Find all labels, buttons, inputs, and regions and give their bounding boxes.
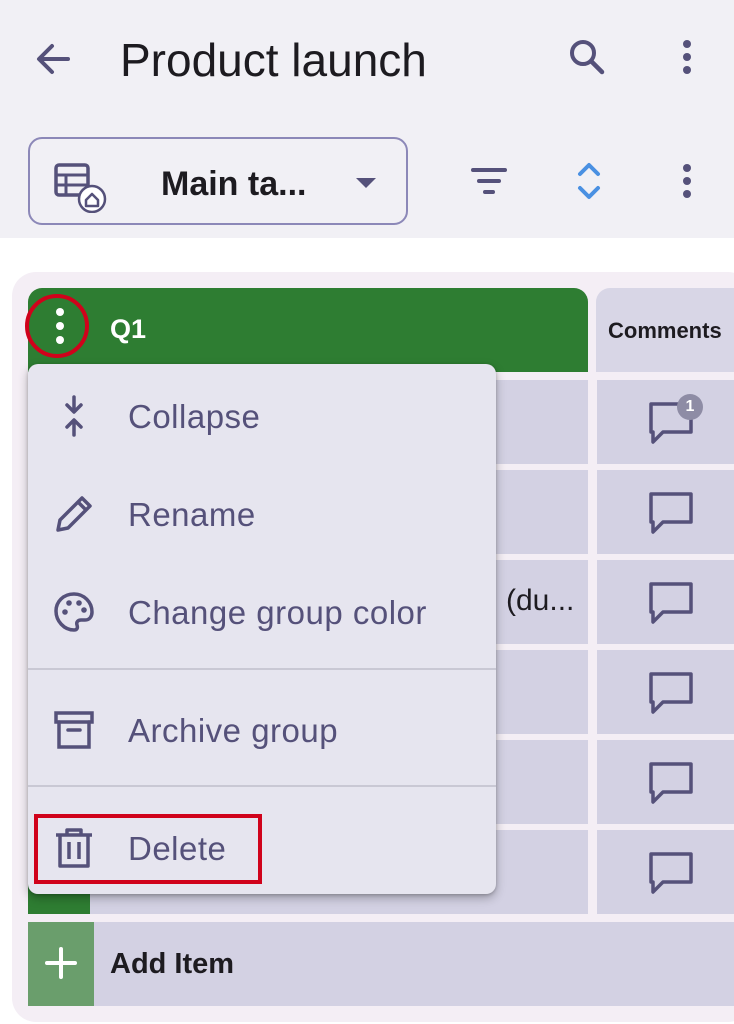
search-button[interactable]	[564, 34, 610, 80]
comment-cell[interactable]	[597, 470, 734, 554]
comment-cell[interactable]	[597, 650, 734, 734]
highlight-circle-annotation	[25, 294, 89, 358]
more-vertical-icon	[683, 164, 691, 198]
menu-item-label: Change group color	[128, 594, 427, 631]
menu-item-rename[interactable]: Rename	[28, 466, 496, 560]
highlight-rect-annotation	[34, 814, 262, 884]
comment-icon	[649, 492, 693, 534]
arrow-left-icon	[37, 44, 70, 74]
menu-item-label: Collapse	[128, 398, 261, 435]
menu-divider	[28, 785, 496, 787]
menu-item-archive-group[interactable]: Archive group	[28, 682, 496, 776]
comment-cell[interactable]: 1	[597, 380, 734, 464]
group-name: Q1	[110, 314, 147, 344]
sort-button[interactable]	[566, 158, 612, 204]
more-vertical-icon	[683, 40, 691, 74]
filter-button[interactable]	[466, 158, 512, 204]
view-name: Main ta...	[161, 165, 307, 203]
filter-icon	[471, 168, 507, 194]
menu-item-label: Archive group	[128, 712, 339, 749]
add-item-button[interactable]	[28, 922, 94, 1006]
search-icon	[570, 40, 605, 75]
comments-column-header[interactable]: Comments	[596, 288, 734, 372]
menu-item-change-group-color[interactable]: Change group color	[28, 564, 496, 658]
sort-icon	[578, 163, 600, 199]
table-home-icon	[54, 163, 107, 213]
collapse-icon	[65, 395, 83, 437]
view-selector-dropdown[interactable]: Main ta...	[28, 137, 408, 225]
comment-count-badge: 1	[677, 394, 703, 420]
comment-icon	[649, 852, 693, 894]
back-button[interactable]	[30, 36, 76, 82]
comment-icon	[649, 582, 693, 624]
comment-icon	[649, 762, 693, 804]
row-name: (du...	[506, 584, 575, 617]
palette-icon	[54, 592, 94, 632]
column-header-label: Comments	[608, 318, 722, 343]
menu-divider	[28, 668, 496, 670]
add-item-row[interactable]: Add Item	[28, 922, 734, 1006]
menu-item-collapse[interactable]: Collapse	[28, 368, 496, 462]
pencil-icon	[56, 496, 92, 532]
more-options-button[interactable]	[664, 34, 710, 80]
comment-cell[interactable]	[597, 560, 734, 644]
comment-icon	[649, 672, 693, 714]
archive-icon	[54, 711, 94, 749]
comment-cell[interactable]	[597, 830, 734, 914]
comment-cell[interactable]	[597, 740, 734, 824]
page-title: Product launch	[120, 34, 427, 86]
caret-down-icon	[356, 178, 376, 188]
view-more-options-button[interactable]	[664, 158, 710, 204]
add-item-label: Add Item	[110, 948, 235, 980]
plus-icon	[45, 947, 77, 979]
group-header: Q1	[28, 288, 588, 372]
menu-item-label: Rename	[128, 496, 256, 533]
